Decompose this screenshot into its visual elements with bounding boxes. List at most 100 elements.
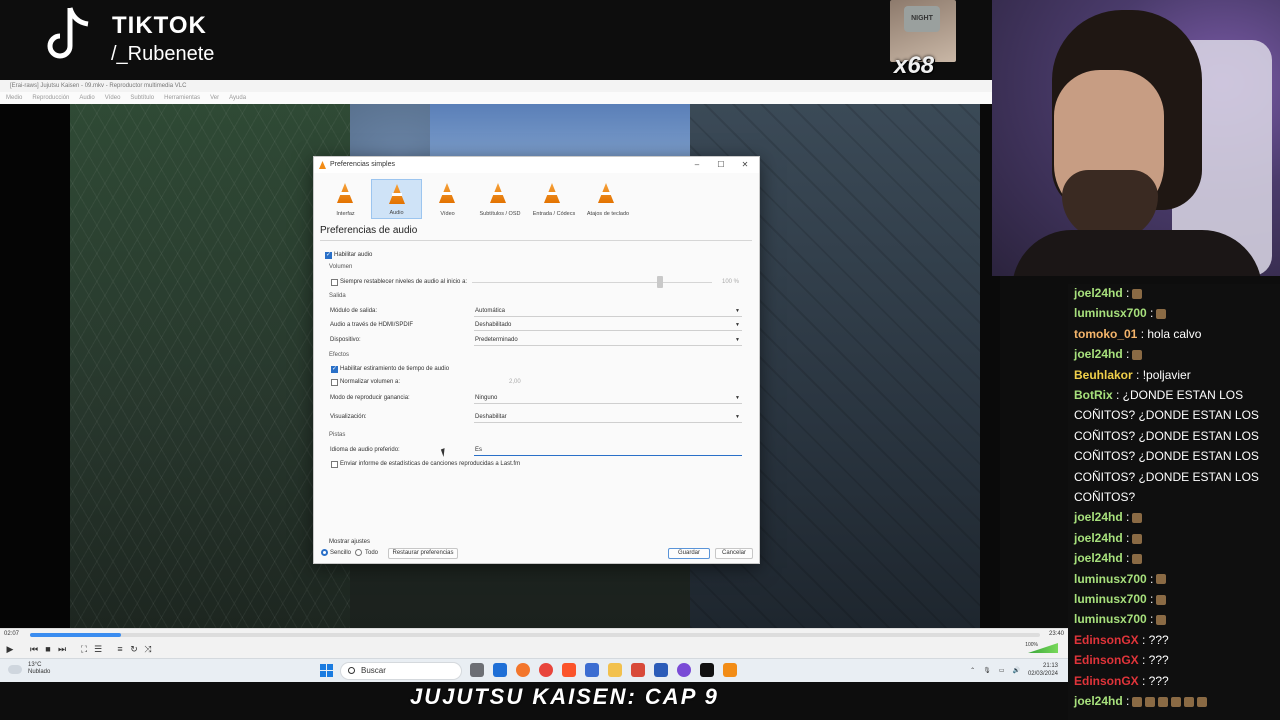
network-icon[interactable]: ▭ <box>999 667 1005 674</box>
seek-bar[interactable] <box>30 633 1040 637</box>
tab-entrada-codecs[interactable]: Entrada / Códecs <box>527 179 581 219</box>
chat-username[interactable]: BotRix <box>1074 388 1113 402</box>
extended-settings-icon[interactable]: ☰ <box>92 643 104 655</box>
chat-username[interactable]: luminusx700 <box>1074 612 1147 626</box>
windows-taskbar: 13°C Nublado Buscar ⌃ 🎙 ▭ 🔊 21:13 02/03/… <box>0 658 1068 682</box>
menu-item-reproduccion[interactable]: Reproducción <box>32 92 69 104</box>
tiktok-logo-icon <box>47 7 89 59</box>
menu-item-video[interactable]: Vídeo <box>105 92 121 104</box>
preferred-lang-input[interactable]: Es <box>474 446 742 456</box>
fullscreen-icon[interactable]: ⛶ <box>78 643 90 655</box>
close-icon[interactable]: ✕ <box>739 157 751 173</box>
task-view-icon[interactable] <box>470 663 484 677</box>
replay-gain-select[interactable]: Ninguno ▼ <box>474 394 742 404</box>
menu-item-herramientas[interactable]: Herramientas <box>164 92 200 104</box>
chat-username[interactable]: luminusx700 <box>1074 572 1147 586</box>
minimize-icon[interactable]: – <box>691 157 703 173</box>
previous-icon[interactable]: ⏮ <box>28 643 40 655</box>
chat-text: COÑITOS? ¿DONDE ESTAN LOS <box>1074 428 1259 443</box>
chat-message: luminusx700 : <box>1074 610 1167 628</box>
chat-username[interactable]: joel24hd <box>1074 531 1123 545</box>
maximize-icon[interactable]: ☐ <box>715 157 727 173</box>
output-module-value: Automática <box>475 308 506 314</box>
vlc-cone-icon <box>319 161 326 169</box>
reset-volume-checkbox[interactable] <box>331 279 338 286</box>
save-button[interactable]: Guardar <box>668 548 710 559</box>
enable-audio-checkbox[interactable] <box>325 251 332 259</box>
device-select[interactable]: Predeterminado ▼ <box>474 336 742 346</box>
chat-username[interactable]: joel24hd <box>1074 510 1123 524</box>
menu-item-ayuda[interactable]: Ayuda <box>229 92 246 104</box>
cloud-icon <box>8 664 22 674</box>
stop-icon[interactable]: ■ <box>42 643 54 655</box>
tab-interfaz[interactable]: Interfaz <box>320 179 371 219</box>
windows-start-icon[interactable] <box>320 664 333 677</box>
chat-username[interactable]: joel24hd <box>1074 694 1123 708</box>
volume-reset-slider-thumb[interactable] <box>657 276 663 288</box>
playlist-icon[interactable]: ≡ <box>114 643 126 655</box>
firefox-icon[interactable] <box>516 663 530 677</box>
play-icon[interactable]: ▶ <box>4 643 16 655</box>
reset-preferences-button[interactable]: Restaurar preferencias <box>388 548 458 559</box>
tab-atajos-teclado[interactable]: Atajos de teclado <box>581 179 635 219</box>
brave-icon[interactable] <box>562 663 576 677</box>
vlc-taskbar-icon[interactable] <box>723 663 737 677</box>
chat-username[interactable]: EdinsonGX <box>1074 633 1139 647</box>
lastfm-checkbox[interactable] <box>331 461 338 468</box>
chat-username[interactable]: joel24hd <box>1074 347 1123 361</box>
tab-subtitulos-osd[interactable]: Subtítulos / OSD <box>473 179 527 219</box>
chat-username[interactable]: EdinsonGX <box>1074 674 1139 688</box>
simple-radio[interactable] <box>321 549 328 556</box>
weather-widget[interactable]: 13°C Nublado <box>8 662 50 676</box>
visualization-select[interactable]: Deshabilitar ▼ <box>474 413 742 423</box>
visualization-value: Deshabilitar <box>475 414 507 420</box>
chat-username[interactable]: luminusx700 <box>1074 306 1147 320</box>
notepad-icon[interactable] <box>493 663 507 677</box>
chat-text: : <box>1122 510 1130 525</box>
hdmi-select[interactable]: Deshabilitado ▼ <box>474 321 742 331</box>
app-icon[interactable] <box>585 663 599 677</box>
page-title: Preferencias de audio <box>320 225 418 236</box>
category-bar: Interfaz Audio Vídeo Subtítulos / OSD En… <box>320 179 635 219</box>
cancel-button[interactable]: Cancelar <box>715 548 753 559</box>
menu-item-ver[interactable]: Ver <box>210 92 219 104</box>
taskbar-search[interactable]: Buscar <box>340 662 462 680</box>
seek-fill <box>30 633 121 637</box>
chat-message: joel24hd : <box>1074 284 1143 302</box>
clock[interactable]: 21:13 02/03/2024 <box>1028 662 1058 678</box>
shuffle-icon[interactable]: ⤨ <box>142 643 154 655</box>
tab-audio[interactable]: Audio <box>371 179 422 219</box>
all-radio[interactable] <box>355 549 362 556</box>
chrome-icon[interactable] <box>539 663 553 677</box>
output-module-select[interactable]: Automática ▼ <box>474 307 742 317</box>
file-explorer-icon[interactable] <box>608 663 622 677</box>
normalize-value[interactable]: 2,00 <box>509 379 521 385</box>
menu-item-medio[interactable]: Medio <box>6 92 22 104</box>
volume-reset-slider[interactable] <box>472 282 712 283</box>
system-tray: ⌃ 🎙 ▭ 🔊 21:13 02/03/2024 <box>970 662 1058 678</box>
chat-username[interactable]: EdinsonGX <box>1074 653 1139 667</box>
chat-username[interactable]: joel24hd <box>1074 551 1123 565</box>
chat-text: COÑITOS? ¿DONDE ESTAN LOS <box>1074 449 1259 464</box>
chat-username[interactable]: luminusx700 <box>1074 592 1147 606</box>
word-icon[interactable] <box>654 663 668 677</box>
chat-username[interactable]: joel24hd <box>1074 286 1123 300</box>
next-icon[interactable]: ⏭ <box>56 643 68 655</box>
obs-icon[interactable] <box>677 663 691 677</box>
tab-video[interactable]: Vídeo <box>422 179 473 219</box>
normalize-checkbox[interactable] <box>331 379 338 386</box>
calendar-app-icon[interactable] <box>631 663 645 677</box>
chevron-up-icon[interactable]: ⌃ <box>970 667 975 674</box>
mic-icon[interactable]: 🎙 <box>983 667 991 674</box>
chat-username[interactable]: Beuhlakor <box>1074 368 1133 382</box>
menu-item-subtitulo[interactable]: Subtítulo <box>130 92 154 104</box>
time-stretch-checkbox[interactable] <box>331 365 338 373</box>
enable-audio-label: Habilitar audio <box>334 252 373 258</box>
loop-icon[interactable]: ↻ <box>128 643 140 655</box>
speaker-icon[interactable]: 🔊 <box>1012 667 1019 674</box>
tiktok-app-icon[interactable] <box>700 663 714 677</box>
time-total: 23:40 <box>1048 631 1064 637</box>
chat-username[interactable]: tomoko_01 <box>1074 327 1137 341</box>
menu-item-audio[interactable]: Audio <box>79 92 94 104</box>
vlc-window-title: [Erai-raws] Jujutsu Kaisen - 09.mkv - Re… <box>0 80 992 92</box>
